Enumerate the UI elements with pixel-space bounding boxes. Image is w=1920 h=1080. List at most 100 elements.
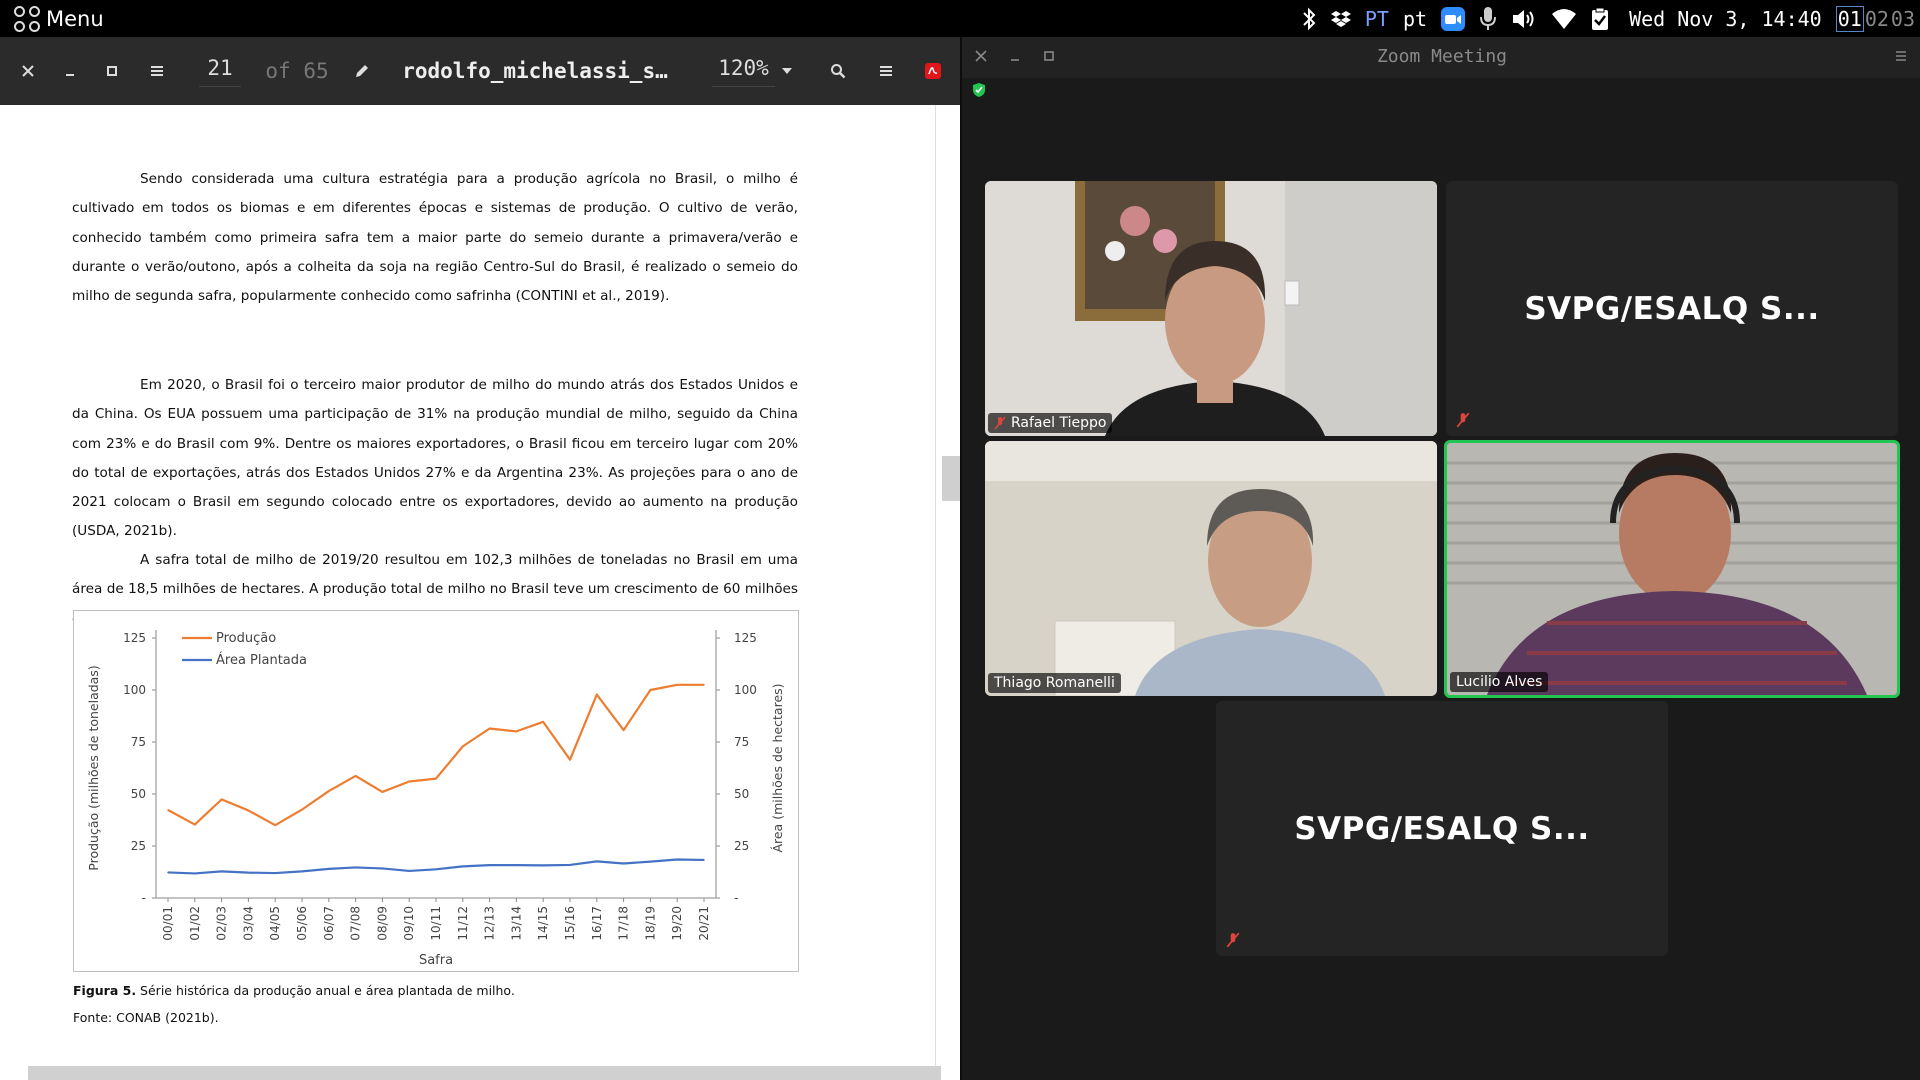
minimize-icon [66,74,74,76]
figure-caption-text: Série histórica da produção anual e área… [136,983,515,998]
page-total: of 65 [262,37,332,105]
participant-nametag: Lucilio Alves [1450,672,1549,692]
data-point [703,684,705,686]
language-indicator[interactable]: pt [1403,5,1427,33]
data-point [408,780,411,783]
chevron-down-icon [781,68,792,74]
vertical-scrollbar[interactable] [935,105,960,1080]
x-tick-label: 10/11 [429,906,443,941]
data-point [301,808,303,811]
sidebar-toggle-button[interactable] [143,37,171,105]
participant-tile-rafael[interactable]: Rafael Tieppo [985,181,1437,436]
x-tick-label: 07/08 [349,906,363,941]
clipboard-icon[interactable] [1591,5,1609,33]
y-tick-label-right: - [734,891,738,905]
zoom-app-icon[interactable] [1441,5,1466,33]
y-tick-label-right: 100 [734,683,757,697]
data-point [649,689,652,691]
apps-grid-icon [14,6,40,32]
system-top-panel: Menu PT pt Wed Nov 3, 14:40 01 02 03 [0,0,1920,37]
participant-name: Rafael Tieppo [1011,415,1107,431]
x-tick-label: 03/04 [241,906,255,941]
data-point [542,721,544,723]
system-tray: PT pt Wed Nov 3, 14:40 01 02 03 [1301,0,1920,37]
zoom-level-dropdown[interactable]: 120% [690,37,815,105]
workspace-2[interactable]: 02 [1864,7,1890,31]
pdf-app-icon [925,63,941,79]
y-tick-label-right: 75 [734,735,749,749]
page-current[interactable]: 21 [199,56,241,87]
participant-video [985,441,1437,696]
x-tick-label: 19/20 [670,906,684,941]
x-tick-label: 13/14 [509,906,523,941]
participant-tile-thiago[interactable]: Thiago Romanelli [985,441,1437,696]
page-number-input[interactable]: 21 [185,37,255,105]
dropbox-icon[interactable] [1330,5,1351,33]
muted-mic-indicator [1456,412,1470,432]
x-tick-label: 12/13 [483,906,497,941]
line-chart: - - 25 25 50 50 75 75 100 100 125 125 00/01 01/02 02/0… [86,630,785,968]
x-tick-label: 00/01 [161,906,175,941]
wifi-icon[interactable] [1551,5,1577,33]
x-tick-label: 18/19 [643,906,657,941]
volume-icon[interactable] [1511,5,1537,33]
data-point [301,870,303,873]
app-menu-button[interactable]: Menu [14,4,104,34]
participant-tile-svpg-1[interactable]: SVPG/ESALQ S... [1446,181,1898,436]
x-tick-label: 15/16 [563,906,577,941]
microphone-icon[interactable] [1479,5,1497,33]
participant-video [985,181,1437,436]
main-menu-button[interactable] [873,37,899,105]
pdf-page: Sendo considerada uma cultura estratégia… [0,105,935,1080]
participant-tile-svpg-2[interactable]: SVPG/ESALQ S... [1216,701,1668,956]
x-tick-label: 16/17 [590,906,604,941]
data-point [435,868,437,871]
vertical-scrollbar-thumb[interactable] [942,456,960,501]
participant-nametag: Thiago Romanelli [988,673,1121,693]
workspace-switcher[interactable]: 01 02 03 [1835,5,1916,33]
figure-caption: Figura 5. Série histórica da produção an… [73,983,515,998]
document-title: rodolfo_michelassi_s… [395,37,675,105]
muted-mic-icon [1226,932,1240,948]
data-point [328,868,330,870]
keyboard-layout-indicator[interactable]: PT [1365,5,1389,33]
close-window-button[interactable] [14,37,42,105]
y-tick-label-left: 125 [123,631,146,645]
horizontal-scrollbar[interactable] [28,1066,941,1080]
app-icon [920,37,946,105]
paragraph-1: Sendo considerada uma cultura estratégia… [72,171,798,305]
legend-label: Área Plantada [216,652,307,668]
pencil-icon [356,65,368,77]
y-tick-label-left: 100 [123,683,146,697]
x-tick-label: 20/21 [697,906,711,941]
data-point [569,864,571,866]
x-tick-label: 17/18 [617,906,631,941]
minimize-window-button[interactable] [56,37,84,105]
data-point [515,730,518,733]
data-point [542,864,544,867]
data-point [274,872,276,874]
annotate-button[interactable] [350,37,374,105]
workspace-1[interactable]: 01 [1835,5,1864,32]
data-point [354,866,357,869]
series-line-area-plantada [167,858,705,875]
maximize-window-button[interactable] [98,37,126,105]
x-tick-label: 08/09 [375,906,389,941]
encryption-shield-icon[interactable] [972,82,986,102]
series-line-producao [167,683,704,827]
figure-caption-label: Figura 5. [73,983,137,998]
menu-label: Menu [46,7,104,31]
y-tick-label-left: 75 [131,735,146,749]
x-tick-label: 11/12 [456,906,470,941]
participant-name: Lucilio Alves [1456,674,1543,690]
workspace-3[interactable]: 03 [1890,7,1916,31]
zoom-menu-button[interactable] [1890,45,1912,67]
y-tick-label-left: 25 [131,839,146,853]
bluetooth-icon[interactable] [1301,5,1317,33]
search-button[interactable] [825,37,851,105]
hamburger-icon [151,66,163,76]
clock[interactable]: Wed Nov 3, 14:40 [1629,5,1822,33]
participant-tile-lucilio[interactable]: Lucilio Alves [1444,440,1900,698]
pdf-toolbar: 21 of 65 rodolfo_michelassi_s… 120% [0,37,960,105]
data-point [194,872,196,875]
